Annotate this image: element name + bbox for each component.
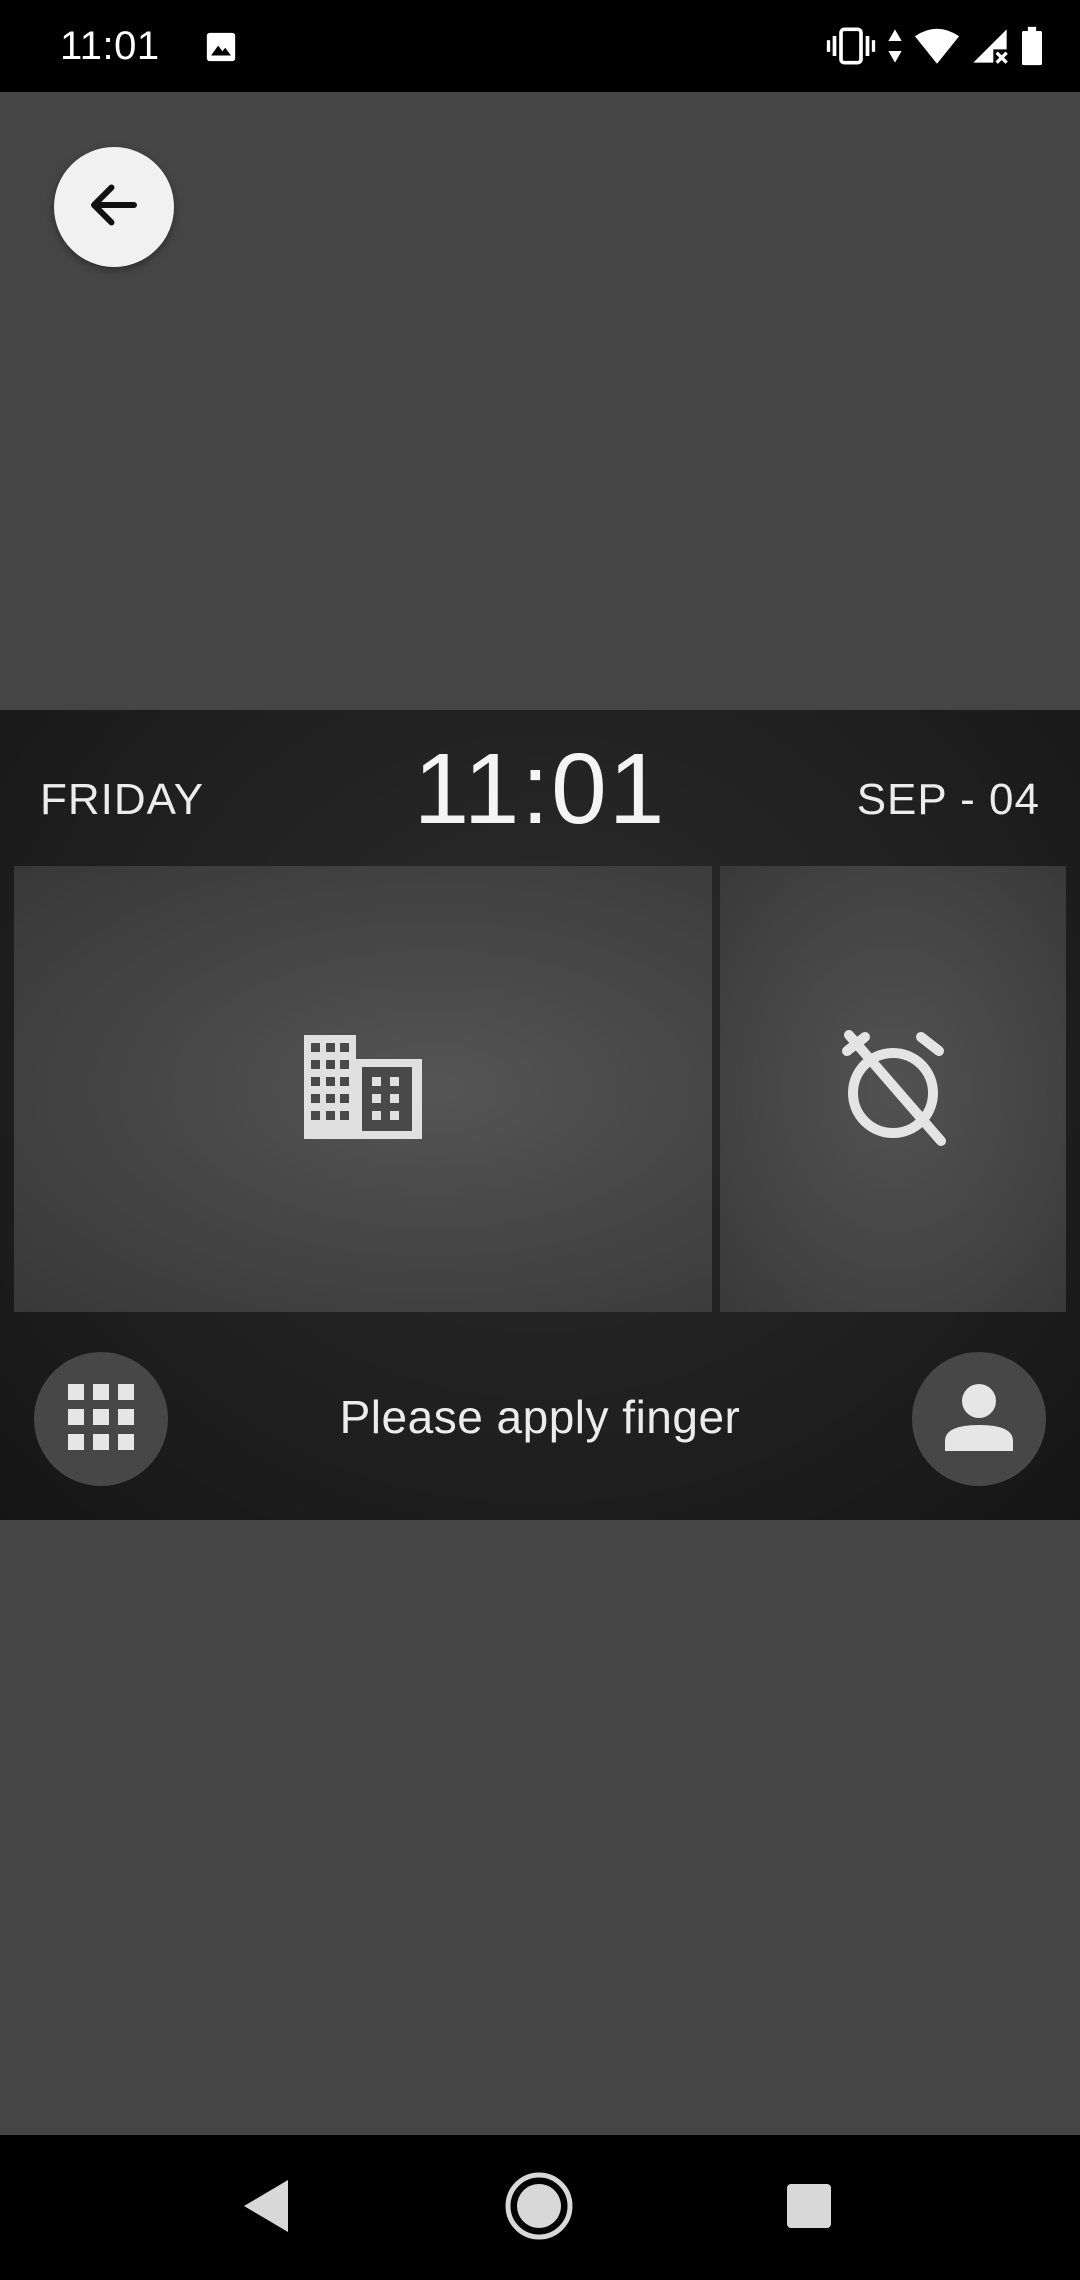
screen: 11:01 FRIDAY 11:01 SEP - 04 Please apply… [0,0,1080,2280]
nav-recents-button[interactable] [764,2163,854,2253]
image-icon [204,30,238,64]
alarm-off-icon [833,1027,953,1152]
user-button[interactable] [912,1352,1046,1486]
vibrate-icon [826,26,876,66]
building-icon [304,1034,422,1144]
alarm-tile[interactable] [720,866,1066,1312]
recents-square-icon [784,2181,834,2236]
battery-icon [1020,26,1044,66]
nav-back-button[interactable] [222,2163,312,2253]
status-icons [826,24,1044,68]
terminal-panel: FRIDAY 11:01 SEP - 04 Please apply finge… [0,710,1080,1520]
back-triangle-icon [242,2178,292,2239]
building-tile[interactable] [14,866,712,1312]
data-arrows-icon [886,26,904,66]
signal-no-sim-icon [970,26,1010,66]
arrow-left-icon [84,175,144,240]
status-bar: 11:01 [0,0,1080,92]
home-circle-icon [503,2170,575,2247]
user-icon [943,1381,1015,1458]
navigation-bar [0,2135,1080,2280]
back-button[interactable] [54,147,174,267]
status-time: 11:01 [60,24,160,68]
date-label: SEP - 04 [856,775,1040,824]
nav-home-button[interactable] [494,2163,584,2253]
wifi-icon [914,26,960,66]
